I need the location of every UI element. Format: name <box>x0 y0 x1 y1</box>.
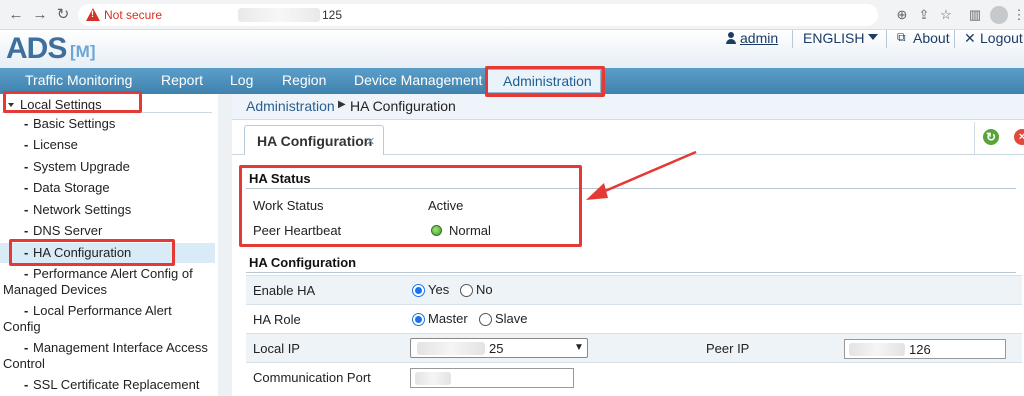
ha-role-slave-label[interactable]: Slave <box>495 311 528 326</box>
local-ip-select[interactable]: 25 ▼ <box>410 338 588 358</box>
local-ip-label: Local IP <box>253 341 300 356</box>
peer-ip-input[interactable]: 126 <box>844 339 1006 359</box>
sidebar-item-system-upgrade[interactable]: - System Upgrade <box>0 159 215 177</box>
divider <box>246 272 1016 273</box>
enable-ha-no-label[interactable]: No <box>476 282 493 297</box>
share-icon[interactable]: ⇪ <box>915 6 933 24</box>
breadcrumb-current: HA Configuration <box>350 98 456 114</box>
address-bar[interactable]: Not secure 125 <box>78 4 878 26</box>
reload-icon[interactable]: ↻ <box>53 5 73 25</box>
annotation-arrow <box>586 150 697 200</box>
logo-suffix: [M] <box>70 42 96 61</box>
ha-role-label: HA Role <box>253 312 301 327</box>
ha-role-master-label[interactable]: Master <box>428 311 468 326</box>
ha-config-title: HA Configuration <box>249 255 357 270</box>
refresh-icon: ↻ <box>983 129 999 145</box>
nav-report[interactable]: Report <box>161 72 203 88</box>
sidebar-item-management-interface-access[interactable]: - Management Interface Access Control <box>0 340 215 374</box>
ip-row: Local IP 25 ▼ Peer IP 126 <box>246 333 1022 362</box>
back-icon[interactable]: ← <box>6 5 26 25</box>
breadcrumb-separator-icon: ▶ <box>338 99 346 110</box>
ha-role-row: HA Role Master Slave <box>246 304 1022 333</box>
logo: ADS <box>6 32 67 65</box>
close-icon[interactable]: ✕ <box>964 30 976 50</box>
sidebar-item-data-storage[interactable]: - Data Storage <box>0 180 215 198</box>
ha-role-slave-radio[interactable] <box>479 313 492 326</box>
redacted-ip <box>417 342 485 355</box>
not-secure-label: Not secure <box>104 8 163 22</box>
url-text: 125 <box>322 8 343 22</box>
peer-ip-value: 126 <box>909 342 931 357</box>
redacted-ip <box>849 343 905 356</box>
ha-role-master-radio[interactable] <box>412 313 425 326</box>
sidebar-item-ssl-certificate[interactable]: - SSL Certificate Replacement <box>0 377 215 395</box>
sidebar-scrollbar[interactable] <box>218 94 232 396</box>
enable-ha-no-radio[interactable] <box>460 284 473 297</box>
about-link[interactable]: About <box>913 30 950 50</box>
highlight-local-settings <box>3 91 142 113</box>
enable-ha-row: Enable HA Yes No <box>246 275 1022 304</box>
tab-ha-configuration[interactable]: HA Configuration × <box>244 125 384 156</box>
sidebar-icon[interactable]: ▥ <box>966 6 984 24</box>
browser-toolbar: ← → ↻ Not secure 125 ⊕ ⇪ ☆ ▥ ⋮ <box>0 0 1024 30</box>
comm-port-label: Communication Port <box>253 370 371 385</box>
local-ip-value: 25 <box>489 341 504 356</box>
redacted-port <box>415 372 451 385</box>
tab-close-icon[interactable]: × <box>366 133 375 150</box>
user-icon <box>726 32 736 44</box>
forward-icon[interactable]: → <box>30 5 50 25</box>
nav-log[interactable]: Log <box>230 72 253 88</box>
nav-device-management[interactable]: Device Management <box>354 72 482 88</box>
close-all-icon[interactable]: × <box>1014 129 1024 145</box>
star-icon[interactable]: ☆ <box>937 6 955 24</box>
breadcrumb-parent[interactable]: Administration <box>246 98 335 114</box>
language-select[interactable]: ENGLISH <box>803 30 864 50</box>
sidebar-item-license[interactable]: - License <box>0 137 215 155</box>
divider <box>886 30 887 48</box>
sidebar-item-basic-settings[interactable]: - Basic Settings <box>0 116 215 134</box>
sidebar-item-local-performance-alert[interactable]: - Local Performance Alert Config <box>0 303 215 337</box>
user-link[interactable]: admin <box>740 30 778 50</box>
divider <box>954 30 955 48</box>
chevron-down-icon[interactable] <box>868 34 878 40</box>
zoom-icon[interactable]: ⊕ <box>893 6 911 24</box>
sidebar-item-network-settings[interactable]: - Network Settings <box>0 202 215 220</box>
warning-icon <box>86 8 100 21</box>
enable-ha-yes-label[interactable]: Yes <box>428 282 449 297</box>
redacted-url <box>238 8 320 22</box>
refresh-button[interactable]: ↻ <box>974 122 1006 154</box>
tab-label: HA Configuration <box>257 133 373 149</box>
logout-link[interactable]: Logout <box>980 30 1023 50</box>
highlight-administration <box>485 66 605 97</box>
nav-traffic-monitoring[interactable]: Traffic Monitoring <box>25 72 132 88</box>
profile-icon[interactable] <box>990 6 1008 24</box>
nav-region[interactable]: Region <box>282 72 326 88</box>
comm-port-row: Communication Port <box>246 362 1022 391</box>
highlight-ha-configuration <box>9 239 175 266</box>
highlight-ha-status <box>239 165 582 247</box>
about-icon[interactable]: ⧉ <box>897 30 906 50</box>
app-header: ADS [M] admin ENGLISH ⧉ About ✕ Logout <box>0 30 1024 68</box>
comm-port-input[interactable] <box>410 368 574 388</box>
divider <box>792 30 793 48</box>
enable-ha-yes-radio[interactable] <box>412 284 425 297</box>
menu-icon[interactable]: ⋮ <box>1010 6 1024 24</box>
sidebar-item-performance-alert-config[interactable]: - Performance Alert Config of Managed Dev… <box>0 266 215 300</box>
chevron-down-icon: ▼ <box>574 342 584 353</box>
breadcrumb: Administration ▶ HA Configuration <box>232 94 1024 120</box>
enable-ha-label: Enable HA <box>253 283 316 298</box>
peer-ip-label: Peer IP <box>706 341 750 356</box>
